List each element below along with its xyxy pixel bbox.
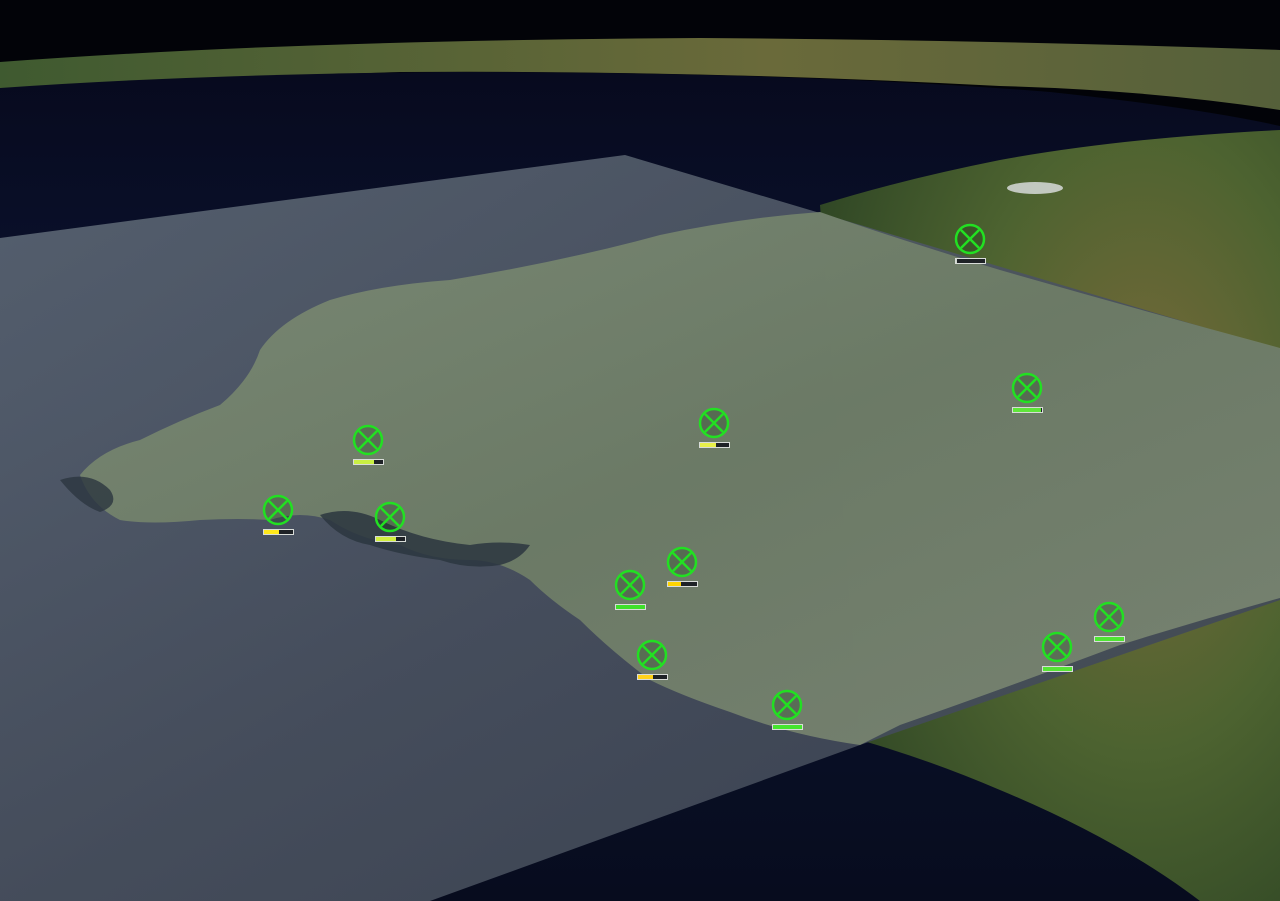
unit-health-bar (263, 529, 294, 535)
crosshair-circle-icon (1093, 601, 1125, 633)
crosshair-circle-icon (666, 546, 698, 578)
unit-marker[interactable] (636, 638, 668, 680)
unit-marker[interactable] (1011, 371, 1043, 413)
unit-health-bar (1012, 407, 1043, 413)
unit-health-fill (638, 675, 653, 679)
crosshair-circle-icon (352, 424, 384, 456)
crosshair-circle-icon (1041, 631, 1073, 663)
unit-health-bar (699, 442, 730, 448)
unit-health-fill (1043, 667, 1072, 671)
unit-health-fill (668, 582, 681, 586)
crosshair-circle-icon (698, 407, 730, 439)
crosshair-circle-icon (954, 223, 986, 255)
unit-health-fill (956, 259, 957, 263)
unit-health-fill (773, 725, 802, 729)
unit-health-bar (375, 536, 406, 542)
unit-health-fill (1095, 637, 1124, 641)
unit-marker[interactable] (614, 568, 646, 610)
unit-health-fill (1013, 408, 1041, 412)
unit-health-bar (637, 674, 668, 680)
unit-health-bar (667, 581, 698, 587)
crosshair-circle-icon (374, 501, 406, 533)
crosshair-circle-icon (636, 639, 668, 671)
unit-marker[interactable] (666, 545, 698, 587)
unit-health-fill (354, 460, 374, 464)
unit-health-fill (376, 537, 396, 541)
unit-health-bar (1094, 636, 1125, 642)
unit-layer (0, 0, 1280, 901)
unit-health-bar (615, 604, 646, 610)
unit-marker[interactable] (1041, 630, 1073, 672)
unit-marker[interactable] (698, 406, 730, 448)
crosshair-circle-icon (771, 689, 803, 721)
unit-health-bar (1042, 666, 1073, 672)
unit-marker[interactable] (954, 222, 986, 264)
unit-health-bar (772, 724, 803, 730)
unit-health-fill (264, 530, 279, 534)
unit-health-fill (700, 443, 716, 447)
unit-health-bar (955, 258, 986, 264)
unit-health-fill (616, 605, 645, 609)
unit-marker[interactable] (262, 493, 294, 535)
crosshair-circle-icon (1011, 372, 1043, 404)
unit-marker[interactable] (771, 688, 803, 730)
unit-marker[interactable] (1093, 600, 1125, 642)
crosshair-circle-icon (614, 569, 646, 601)
unit-health-bar (353, 459, 384, 465)
unit-marker[interactable] (374, 500, 406, 542)
unit-marker[interactable] (352, 423, 384, 465)
crosshair-circle-icon (262, 494, 294, 526)
